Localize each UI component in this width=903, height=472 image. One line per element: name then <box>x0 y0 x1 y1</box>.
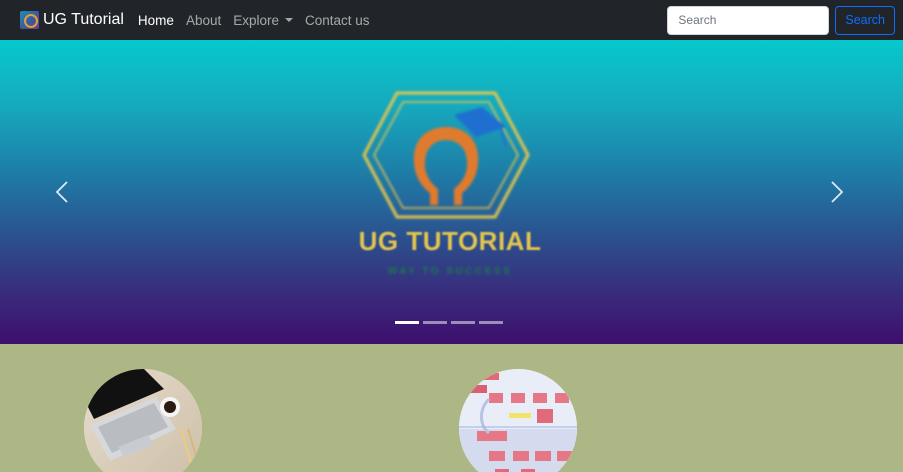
chevron-left-icon[interactable] <box>53 180 73 204</box>
brand-link[interactable]: UG Tutorial <box>20 11 124 29</box>
search-input[interactable] <box>667 5 830 35</box>
navbar: UG Tutorial Home About Explore Contact u… <box>0 0 903 40</box>
laptop-card-image <box>84 369 202 472</box>
carousel-indicator[interactable] <box>451 321 475 324</box>
nav-link-contact[interactable]: Contact us <box>305 13 370 28</box>
features-section <box>0 344 903 472</box>
diagram-card-image <box>459 369 577 472</box>
brand-name: UG Tutorial <box>43 11 124 28</box>
carousel-indicator[interactable] <box>395 321 419 324</box>
nav-links: Home About Explore Contact us <box>132 13 376 28</box>
nav-link-about[interactable]: About <box>186 13 221 28</box>
carousel-indicator[interactable] <box>479 321 503 324</box>
hero-carousel: UG TUTORIAL WAY TO SUCCESS <box>0 40 903 344</box>
slide-tagline: WAY TO SUCCESS <box>387 266 513 277</box>
search-button[interactable]: Search <box>835 5 895 35</box>
slide-title: UG TUTORIAL <box>358 226 542 256</box>
nav-link-explore-label: Explore <box>233 12 279 28</box>
nav-link-home[interactable]: Home <box>138 13 174 28</box>
chevron-down-icon <box>285 18 293 22</box>
chevron-right-icon[interactable] <box>826 180 846 204</box>
search-form: Search <box>667 5 895 35</box>
brand-logo-icon <box>20 11 39 29</box>
carousel-indicator[interactable] <box>423 321 447 324</box>
carousel-indicators <box>395 321 507 324</box>
nav-link-explore[interactable]: Explore <box>233 13 293 28</box>
